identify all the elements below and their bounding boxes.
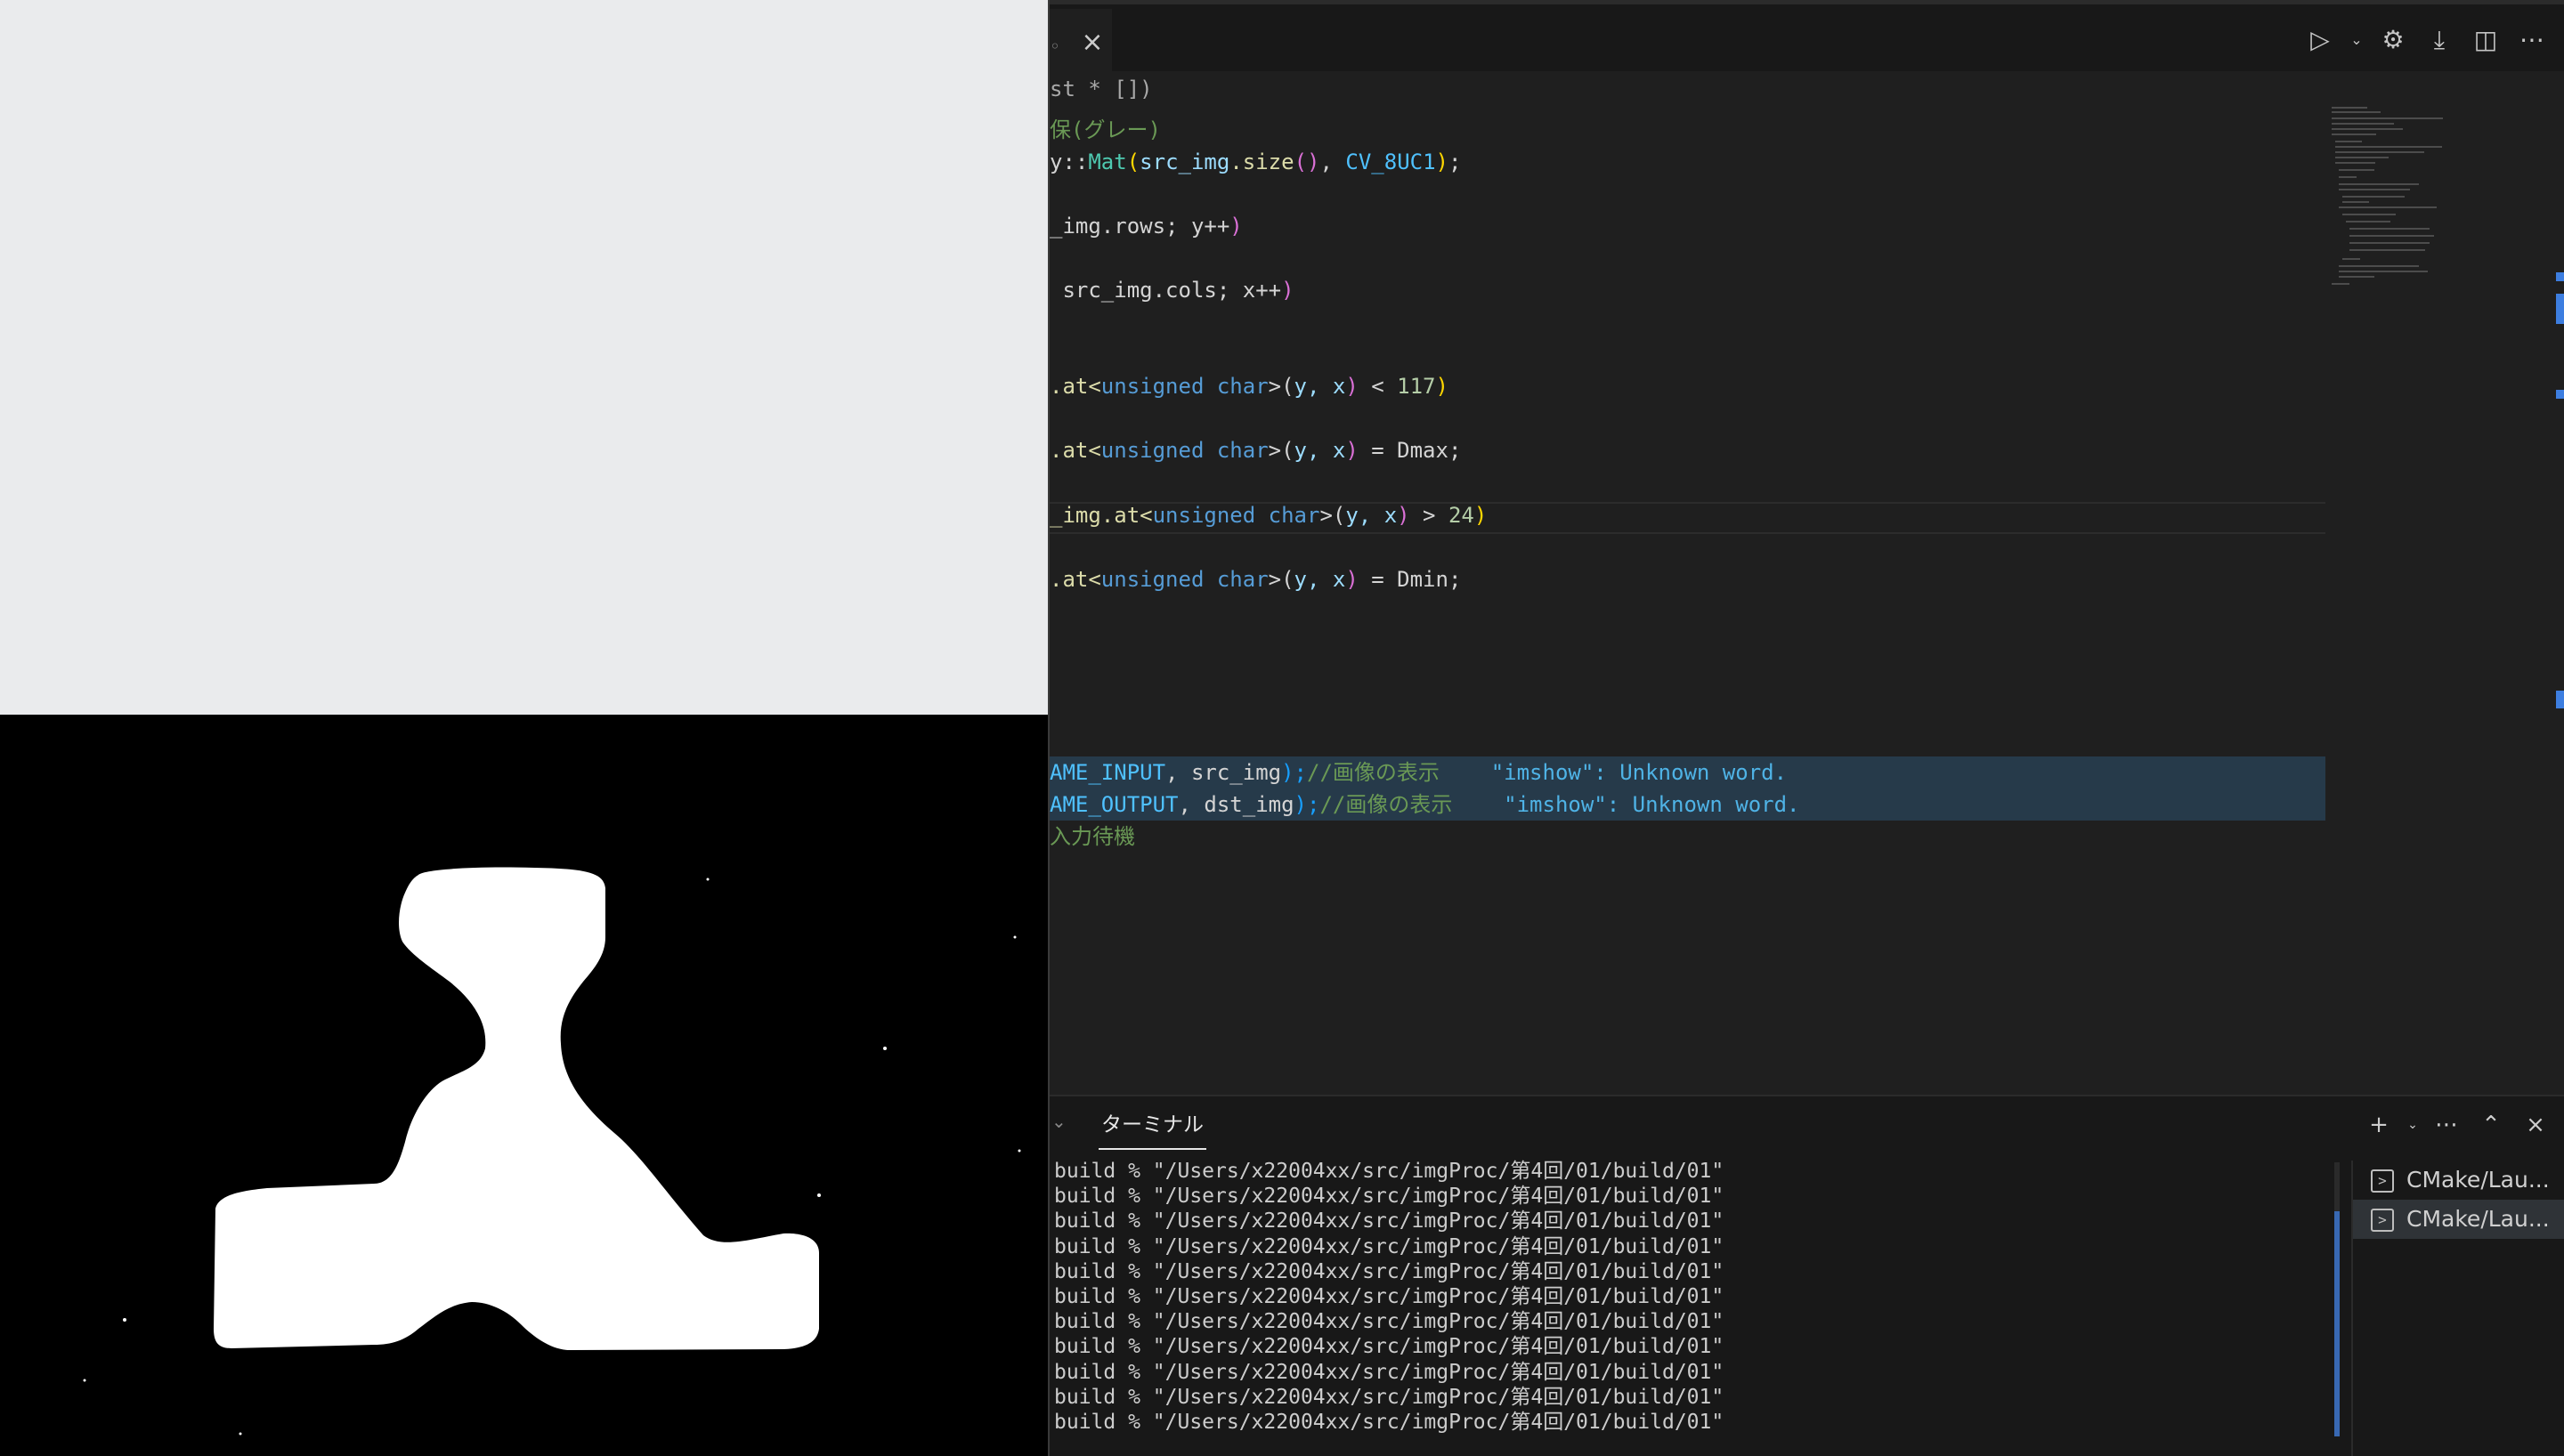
terminal-instance-item[interactable]: > CMake/Lau... — [2353, 1161, 2564, 1200]
terminal-icon: > — [2371, 1209, 2394, 1232]
panel-actions: + ⌄ ⋯ ⌃ × — [2361, 1109, 2553, 1141]
code-line: _img.rows; y++) — [1050, 214, 1243, 239]
editor-tab-bar: ◦ × ▷ ⌄ ⚙ ⤓ ◫ ⋯ — [1050, 0, 2564, 76]
terminal-line: build % "/Users/x22004xx/src/imgProc/第4回… — [1054, 1185, 1724, 1209]
breadcrumb[interactable]: st * []) — [1050, 71, 2564, 107]
binarized-shape-image — [83, 867, 1021, 1436]
terminal-line: build % "/Users/x22004xx/src/imgProc/第4回… — [1054, 1335, 1724, 1359]
tab-file-icon: ◦ — [1050, 36, 1060, 57]
code-line: _img.at<unsigned char>(y, x) > 24) — [1050, 503, 1488, 528]
close-panel-icon[interactable]: × — [2518, 1109, 2553, 1141]
terminal-line: build % "/Users/x22004xx/src/imgProc/第4回… — [1054, 1160, 1724, 1183]
new-terminal-icon[interactable]: + — [2361, 1109, 2397, 1141]
editor-actions: ▷ ⌄ ⚙ ⤓ ◫ ⋯ — [2300, 20, 2552, 60]
code-line: AME_INPUT, src_img);//画像の表示 "imshow": Un… — [1050, 760, 1788, 785]
terminal-instance-label: CMake/Lau... — [2406, 1167, 2550, 1193]
terminal-line: build % "/Users/x22004xx/src/imgProc/第4回… — [1054, 1410, 1724, 1434]
scroll-marker — [2556, 272, 2564, 281]
scroll-marker — [2556, 691, 2564, 708]
spell-check-diagnostic: "imshow": Unknown word. — [1504, 792, 1800, 817]
code-line: y::Mat(src_img.size(), CV_8UC1); — [1050, 150, 1462, 174]
bottom-panel: ⌄ ターミナル + ⌄ ⋯ ⌃ × build % "/Users/x22004… — [1050, 1095, 2564, 1456]
panel-more-icon[interactable]: ⋯ — [2429, 1109, 2464, 1141]
output-image-window — [0, 715, 1048, 1456]
spell-check-diagnostic: "imshow": Unknown word. — [1490, 760, 1788, 785]
terminal-line: build % "/Users/x22004xx/src/imgProc/第4回… — [1054, 1259, 1724, 1283]
scroll-marker — [2556, 294, 2564, 324]
split-editor-icon[interactable]: ◫ — [2466, 20, 2505, 60]
code-line: .at<unsigned char>(y, x) = Dmax; — [1050, 438, 1462, 463]
more-actions-icon[interactable]: ⋯ — [2512, 20, 2552, 60]
code-line: .at<unsigned char>(y, x) < 117) — [1050, 374, 1448, 399]
terminal-instance-list: > CMake/Lau... > CMake/Lau... — [2351, 1161, 2564, 1456]
tab-terminal[interactable]: ターミナル — [1099, 1109, 1206, 1150]
code-line: .at<unsigned char>(y, x) = Dmin; — [1050, 567, 1462, 592]
code-line: src_img.cols; x++) — [1050, 278, 1294, 303]
terminal-scrollbar[interactable] — [2334, 1162, 2340, 1436]
terminal-line: build % "/Users/x22004xx/src/imgProc/第4回… — [1054, 1284, 1724, 1308]
terminal-line: build % "/Users/x22004xx/src/imgProc/第4回… — [1054, 1360, 1724, 1384]
vscode-window: ◦ × ▷ ⌄ ⚙ ⤓ ◫ ⋯ st * []) 保(グレー) y::Mat(s… — [1048, 0, 2564, 1456]
run-dropdown-icon[interactable]: ⌄ — [2347, 20, 2366, 60]
input-image-window — [0, 0, 1048, 715]
terminal-line: build % "/Users/x22004xx/src/imgProc/第4回… — [1054, 1310, 1724, 1334]
terminal-instance-label: CMake/Lau... — [2406, 1206, 2550, 1232]
download-icon[interactable]: ⤓ — [2420, 20, 2459, 60]
code-editor[interactable]: 保(グレー) y::Mat(src_img.size(), CV_8UC1); … — [1050, 107, 2325, 1095]
code-line: AME_OUTPUT, dst_img);//画像の表示 "imshow": U… — [1050, 792, 1800, 817]
maximize-panel-icon[interactable]: ⌃ — [2473, 1109, 2509, 1141]
code-line: 入力待機 — [1050, 824, 1135, 849]
minimap[interactable] — [2332, 107, 2456, 320]
panel-tab-bar: ⌄ ターミナル + ⌄ ⋯ ⌃ × — [1050, 1096, 2564, 1152]
terminal-line: build % "/Users/x22004xx/src/imgProc/第4回… — [1054, 1234, 1724, 1258]
terminal-output[interactable]: build % "/Users/x22004xx/src/imgProc/第4回… — [1050, 1159, 2332, 1456]
terminal-scroll-thumb[interactable] — [2334, 1211, 2340, 1436]
terminal-line: build % "/Users/x22004xx/src/imgProc/第4回… — [1054, 1209, 1724, 1234]
terminal-dropdown-icon[interactable]: ⌄ — [2406, 1109, 2420, 1141]
run-icon[interactable]: ▷ — [2300, 20, 2340, 60]
terminal-line: build % "/Users/x22004xx/src/imgProc/第4回… — [1054, 1385, 1724, 1409]
scroll-marker — [2556, 390, 2564, 399]
editor-tab[interactable]: ◦ × — [1050, 9, 1112, 76]
terminal-instance-item[interactable]: > CMake/Lau... — [2353, 1200, 2564, 1239]
close-icon[interactable]: × — [1076, 27, 1108, 59]
settings-gear-icon[interactable]: ⚙ — [2373, 20, 2413, 60]
code-line: 保(グレー) — [1050, 117, 1161, 142]
terminal-icon: > — [2371, 1169, 2394, 1193]
panel-tab-overflow-icon[interactable]: ⌄ — [1051, 1111, 1067, 1132]
editor-scrollbar[interactable] — [2554, 107, 2564, 1095]
